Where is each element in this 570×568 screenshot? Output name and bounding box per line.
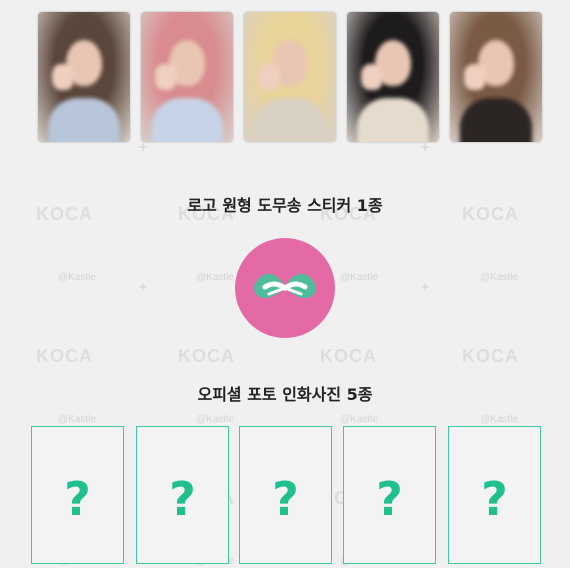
photocard-image xyxy=(141,12,233,142)
mystery-photo-card: ? xyxy=(136,426,229,564)
watermark-logo: KOCA xyxy=(178,346,235,366)
product-page: KOCA KOCA KOCA KOCA KOCA KOCA KOCA KOCA … xyxy=(0,0,570,568)
photocard-outfit xyxy=(460,98,532,142)
photocard-hand xyxy=(155,64,177,90)
photocard-outfit xyxy=(254,98,326,142)
mystery-photo-card: ? xyxy=(343,426,436,564)
question-mark-icon: ? xyxy=(169,472,196,526)
photocard-image xyxy=(450,12,542,142)
question-mark-icon: ? xyxy=(64,472,91,526)
watermark-handle: @Kastle xyxy=(58,414,96,425)
photocard-outfit xyxy=(357,98,429,142)
photocard-image xyxy=(38,12,130,142)
photocard-image xyxy=(244,12,336,142)
watermark-logo: KOCA xyxy=(462,346,519,366)
photocard-hand xyxy=(52,64,74,90)
watermark-handle: @Kastle xyxy=(196,414,234,425)
photocard-hand xyxy=(464,64,486,90)
mystery-photo-card: ? xyxy=(239,426,332,564)
watermark-handle: @Kastle xyxy=(480,272,518,283)
mystery-photo-card: ? xyxy=(31,426,124,564)
photocard-image xyxy=(347,12,439,142)
watermark-handle: @Kastle xyxy=(480,414,518,425)
watermark-cross: + xyxy=(420,280,431,294)
photocard-outfit xyxy=(48,98,120,142)
watermark-handle: @Kastle xyxy=(340,272,378,283)
sticker-section-title: 로고 원형 도무송 스티커 1종 xyxy=(187,196,383,215)
photocard-hand xyxy=(258,64,280,90)
photocard-row xyxy=(38,12,542,144)
watermark-handle: @Kastle xyxy=(196,272,234,283)
mystery-photo-card: ? xyxy=(448,426,541,564)
photocard-outfit xyxy=(151,98,223,142)
watermark-cross: + xyxy=(138,280,149,294)
watermark-logo: KOCA xyxy=(36,346,93,366)
logo-sticker xyxy=(235,238,335,338)
watermark-handle: @Kastle xyxy=(58,272,96,283)
question-mark-icon: ? xyxy=(481,472,508,526)
photocard-hand xyxy=(361,64,383,90)
bow-logo-icon xyxy=(254,273,316,299)
photo-prints-section-title: 오피셜 포토 인화사진 5종 xyxy=(197,385,373,404)
watermark-logo: KOCA xyxy=(320,346,377,366)
question-mark-icon: ? xyxy=(376,472,403,526)
question-mark-icon: ? xyxy=(272,472,299,526)
watermark-handle: @Kastle xyxy=(340,414,378,425)
mystery-photo-row: ? ? ? ? ? xyxy=(31,426,546,566)
